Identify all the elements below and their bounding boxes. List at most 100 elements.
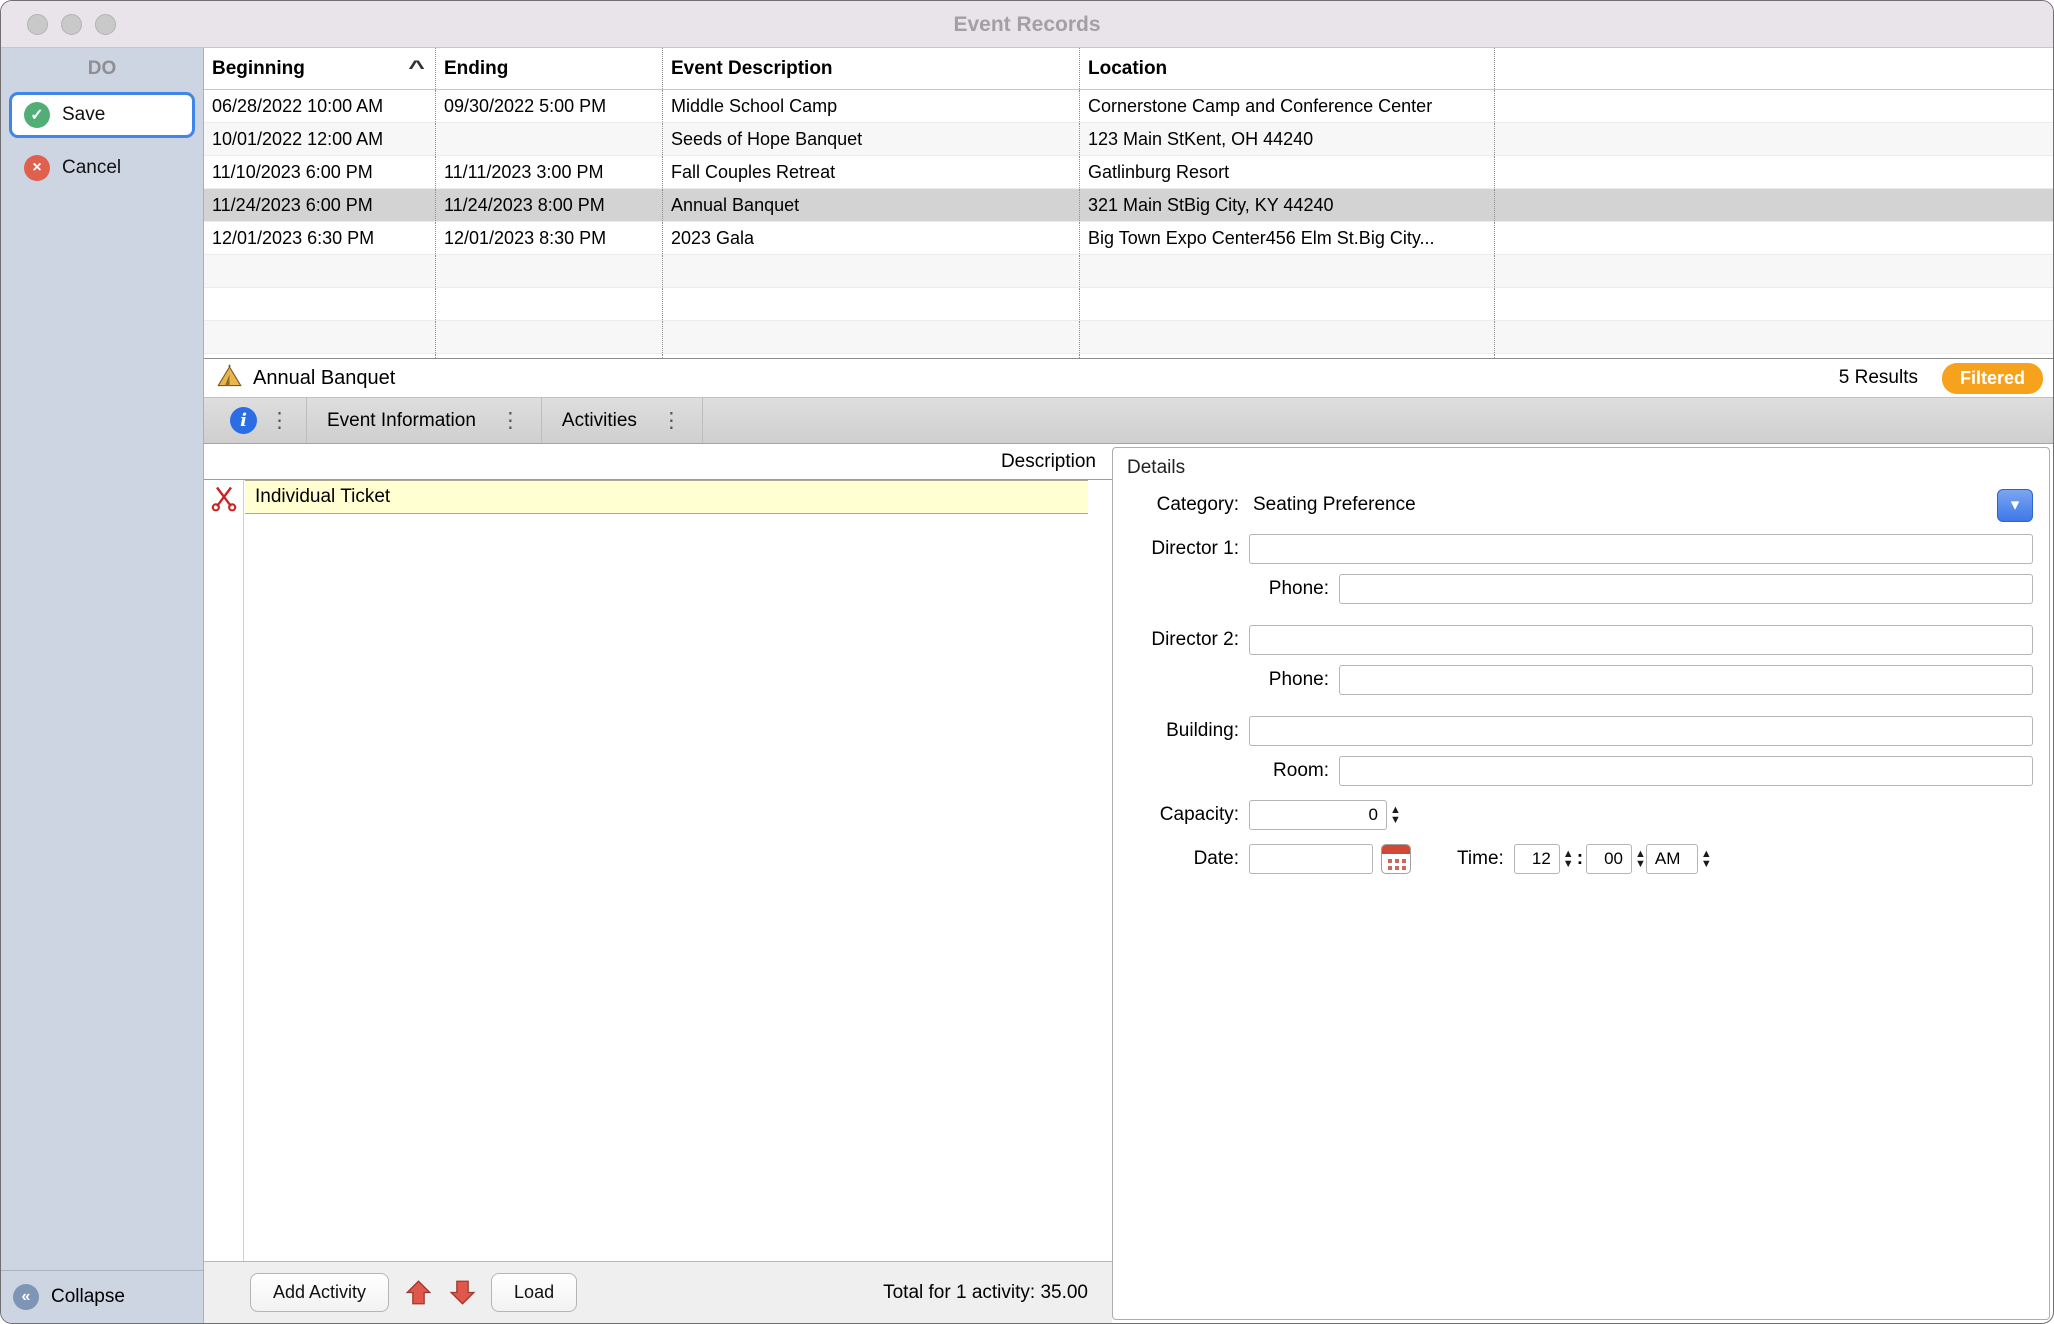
cell-ending: 11/11/2023 3:00 PM: [436, 156, 663, 188]
cell-description: Annual Banquet: [663, 189, 1080, 221]
director1-label: Director 1:: [1117, 538, 1249, 560]
tab-activities[interactable]: Activities ⋮: [541, 398, 703, 443]
building-input[interactable]: [1249, 716, 2033, 746]
phone2-row: Phone:: [1117, 660, 2033, 700]
cell-beginning: 06/28/2022 10:00 AM: [204, 90, 436, 122]
cancel-button[interactable]: × Cancel: [9, 148, 195, 188]
time-label: Time:: [1457, 848, 1504, 870]
column-header-label: Location: [1088, 58, 1167, 80]
save-label: Save: [62, 104, 105, 126]
column-header-beginning[interactable]: Beginning ^: [204, 48, 436, 89]
stepper-down-icon[interactable]: ▼: [1390, 815, 1401, 825]
collapse-button[interactable]: « Collapse: [1, 1270, 203, 1323]
phone1-input[interactable]: [1339, 574, 2033, 604]
date-input[interactable]: [1249, 844, 1373, 874]
remove-activity-button[interactable]: [210, 484, 238, 512]
category-value: Seating Preference: [1253, 494, 1416, 516]
cell-ending: 12/01/2023 8:30 PM: [436, 222, 663, 254]
kebab-icon[interactable]: ⋮: [269, 410, 290, 431]
column-header-event-description[interactable]: Event Description: [663, 48, 1080, 89]
table-row[interactable]: 11/10/2023 6:00 PM 11/11/2023 3:00 PM Fa…: [204, 156, 2053, 189]
cell-description: Seeds of Hope Banquet: [663, 123, 1080, 155]
cell-beginning: 11/10/2023 6:00 PM: [204, 156, 436, 188]
cell-beginning: 12/01/2023 6:30 PM: [204, 222, 436, 254]
scissors-icon: [210, 484, 238, 512]
room-row: Room:: [1117, 751, 2033, 791]
table-row-empty: [204, 288, 2053, 321]
check-icon: ✓: [24, 102, 50, 128]
time-minute-input[interactable]: [1586, 844, 1632, 874]
column-header-location[interactable]: Location: [1080, 48, 1495, 89]
record-bar: Annual Banquet 5 Results Filtered: [204, 359, 2053, 398]
titlebar: Event Records: [1, 1, 2053, 48]
category-dropdown-button[interactable]: ▾: [1997, 489, 2033, 522]
time-colon: :: [1577, 848, 1583, 870]
kebab-icon[interactable]: ⋮: [661, 410, 682, 431]
stepper-down-icon[interactable]: ▼: [1635, 859, 1646, 869]
details-header: Details: [1113, 448, 2049, 481]
move-down-button[interactable]: [447, 1278, 477, 1308]
phone2-input[interactable]: [1339, 665, 2033, 695]
time-ampm-input[interactable]: [1646, 844, 1698, 874]
category-label: Category:: [1117, 494, 1249, 516]
filtered-badge[interactable]: Filtered: [1942, 363, 2043, 394]
director1-row: Director 1:: [1117, 529, 2033, 569]
cell-description: Middle School Camp: [663, 90, 1080, 122]
sidebar-header: DO: [1, 48, 203, 90]
column-header-label: Event Description: [671, 58, 833, 80]
room-input[interactable]: [1339, 756, 2033, 786]
load-button[interactable]: Load: [491, 1273, 577, 1312]
capacity-stepper: ▲ ▼: [1390, 805, 1401, 825]
cell-empty: [1495, 189, 2053, 221]
column-header-label: Ending: [444, 58, 508, 80]
kebab-icon[interactable]: ⋮: [500, 410, 521, 431]
tab-label: Event Information: [327, 410, 476, 432]
add-activity-button[interactable]: Add Activity: [250, 1273, 389, 1312]
sidebar: DO ✓ Save × Cancel « Collapse: [1, 48, 204, 1323]
results-count: 5 Results: [1839, 367, 1918, 389]
director2-input[interactable]: [1249, 625, 2033, 655]
double-chevron-left-icon: «: [13, 1284, 39, 1310]
stepper-down-icon[interactable]: ▼: [1563, 859, 1574, 869]
cell-location: Gatlinburg Resort: [1080, 156, 1495, 188]
info-icon[interactable]: i: [230, 407, 257, 434]
table-row[interactable]: 10/01/2022 12:00 AM Seeds of Hope Banque…: [204, 123, 2053, 156]
time-hour-input[interactable]: [1514, 844, 1560, 874]
table-row-selected[interactable]: 11/24/2023 6:00 PM 11/24/2023 8:00 PM An…: [204, 189, 2053, 222]
table-row[interactable]: 12/01/2023 6:30 PM 12/01/2023 8:30 PM 20…: [204, 222, 2053, 255]
cell-beginning: 11/24/2023 6:00 PM: [204, 189, 436, 221]
tab-event-information[interactable]: Event Information ⋮: [306, 398, 541, 443]
column-header-empty: [1495, 48, 2053, 89]
phone1-label: Phone:: [1117, 578, 1339, 600]
tab-label: Activities: [562, 410, 637, 432]
capacity-input[interactable]: [1249, 800, 1387, 830]
cell-ending: 11/24/2023 8:00 PM: [436, 189, 663, 221]
building-row: Building:: [1117, 711, 2033, 751]
table-row[interactable]: 06/28/2022 10:00 AM 09/30/2022 5:00 PM M…: [204, 90, 2053, 123]
minute-stepper: ▲ ▼: [1635, 849, 1646, 869]
column-header-label: Beginning: [212, 58, 305, 80]
column-header-ending[interactable]: Ending: [436, 48, 663, 89]
cell-empty: [1495, 222, 2053, 254]
description-column-label: Description: [1001, 451, 1096, 473]
activity-row-selected[interactable]: Individual Ticket: [245, 480, 1088, 514]
collapse-label: Collapse: [51, 1286, 125, 1308]
chevron-down-icon: ▾: [2011, 495, 2020, 515]
activity-description: Individual Ticket: [255, 486, 390, 508]
stepper-down-icon[interactable]: ▼: [1701, 859, 1712, 869]
cell-location: Big Town Expo Center456 Elm St.Big City.…: [1080, 222, 1495, 254]
save-button[interactable]: ✓ Save: [9, 92, 195, 138]
window-title: Event Records: [1, 1, 2053, 48]
hour-stepper: ▲ ▼: [1563, 849, 1574, 869]
category-row: Category: Seating Preference ▾: [1117, 485, 2033, 525]
director2-label: Director 2:: [1117, 629, 1249, 651]
cancel-label: Cancel: [62, 157, 121, 179]
cell-ending: [436, 123, 663, 155]
date-picker-button[interactable]: [1381, 844, 1411, 874]
cell-empty: [1495, 90, 2053, 122]
phone2-label: Phone:: [1117, 669, 1339, 691]
director1-input[interactable]: [1249, 534, 2033, 564]
details-panel: Details Category: Seating Preference ▾ D…: [1112, 447, 2050, 1320]
tent-icon: [216, 364, 243, 393]
move-up-button[interactable]: [403, 1278, 433, 1308]
